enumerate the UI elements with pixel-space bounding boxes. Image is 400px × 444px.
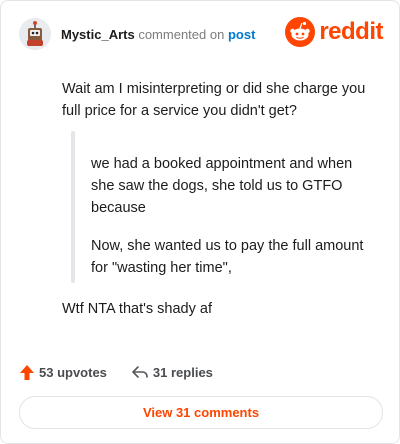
comment-outro: Wtf NTA that's shady af <box>62 301 212 317</box>
quote-paragraph-1: we had a booked appointment and when she… <box>91 156 353 216</box>
brand-wordmark: reddit <box>319 18 383 45</box>
upvotes-button[interactable]: 53 upvotes <box>19 364 107 381</box>
comment-stats: 53 upvotes 31 replies <box>19 361 237 383</box>
comment-card: Mystic_Arts commented on post reddit Wai… <box>0 0 400 444</box>
quote-bar <box>71 131 75 283</box>
user-avatar[interactable] <box>19 18 51 50</box>
comment-intro: Wait am I misinterpreting or did she cha… <box>62 81 366 119</box>
upvotes-count: 53 upvotes <box>39 364 107 380</box>
byline: Mystic_Arts commented on post <box>61 27 255 42</box>
post-link[interactable]: post <box>228 27 255 42</box>
reddit-logo[interactable]: reddit <box>285 17 383 47</box>
comment-header: Mystic_Arts commented on post reddit <box>19 17 383 53</box>
byline-action: commented on <box>138 27 225 42</box>
replies-button[interactable]: 31 replies <box>131 364 213 380</box>
reply-arrow-icon <box>132 366 148 378</box>
view-comments-button[interactable]: View 31 comments <box>19 396 383 429</box>
replies-count: 31 replies <box>152 364 213 380</box>
username-link[interactable]: Mystic_Arts <box>61 27 135 42</box>
quote-paragraph-2: Now, she wanted us to pay the full amoun… <box>91 238 364 276</box>
upvote-arrow-icon <box>20 364 34 380</box>
avatar-icon <box>19 18 51 50</box>
reddit-snoo-icon <box>285 17 316 47</box>
